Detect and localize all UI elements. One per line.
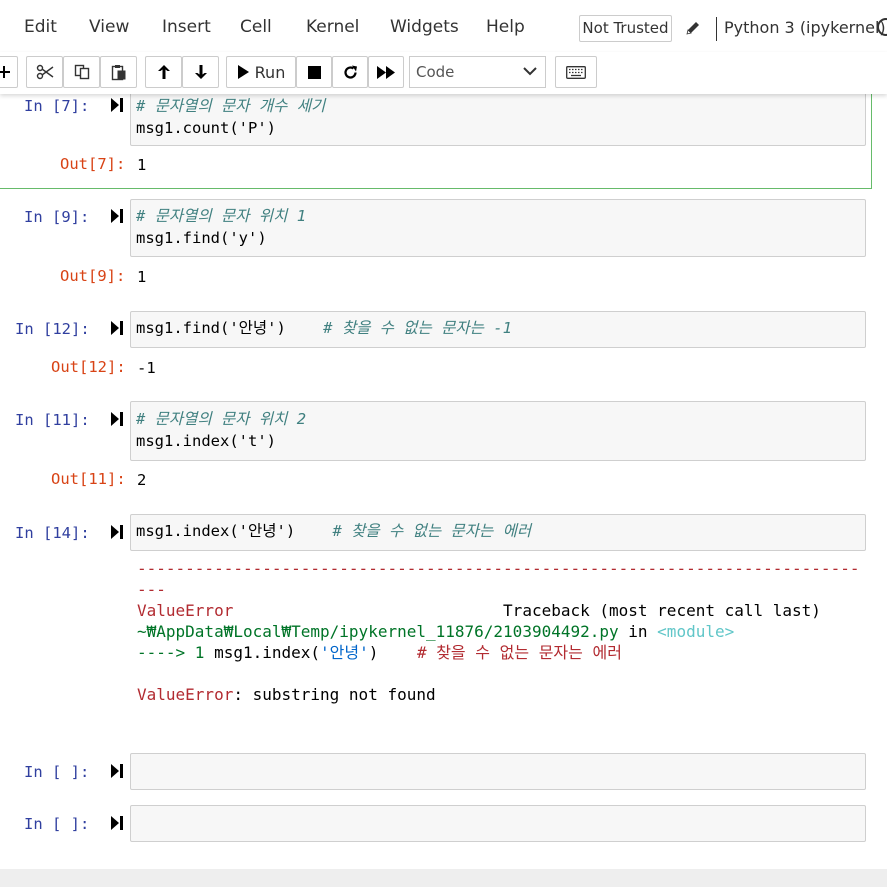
code-comment: # 문자열의 문자 위치 1: [136, 207, 307, 225]
kernel-name[interactable]: Python 3 (ipykernel): [724, 18, 886, 37]
run-label: Run: [254, 62, 286, 82]
pencil-icon[interactable]: [685, 20, 701, 36]
input-prompt: In [7]:: [24, 97, 90, 115]
traceback-code-comment: # 찾을 수 없는 문자는 에러: [416, 643, 622, 662]
code-comment: # 문자열의 문자 개수 세기: [136, 97, 326, 115]
input-prompt: In [9]:: [24, 208, 90, 226]
input-prompt: In [ ]:: [24, 763, 90, 781]
scissors-icon: [36, 64, 53, 80]
output-prompt: Out[7]:: [60, 155, 126, 173]
chevron-down-icon: [523, 67, 537, 76]
move-up-button[interactable]: [145, 56, 182, 88]
paste-icon: [111, 64, 125, 80]
code-input[interactable]: [130, 753, 866, 790]
code-input[interactable]: msg1.index('안녕') # 찾을 수 없는 문자는 에러: [130, 514, 866, 551]
arrow-up-icon: [157, 65, 170, 79]
menubar: Edit View Insert Cell Kernel Widgets Hel…: [0, 0, 887, 52]
run-cell-icon[interactable]: [111, 525, 123, 539]
run-cell-icon[interactable]: [111, 816, 123, 830]
traceback-code: ): [368, 643, 379, 662]
traceback-line-number: 1: [185, 643, 215, 662]
output-text: 1: [137, 156, 147, 174]
output-prompt: Out[11]:: [51, 470, 126, 488]
traceback-code: msg1.index(: [214, 643, 321, 662]
stop-icon: [307, 65, 321, 79]
code-input[interactable]: # 문자열의 문자 개수 세기 msg1.count('P'): [130, 90, 866, 146]
move-down-button[interactable]: [182, 56, 219, 88]
insert-cell-button[interactable]: [0, 56, 18, 88]
code-input[interactable]: [130, 805, 866, 842]
copy-icon: [74, 64, 89, 80]
run-cell-icon[interactable]: [111, 412, 123, 426]
not-trusted-button[interactable]: Not Trusted: [579, 15, 672, 42]
run-all-button[interactable]: [368, 56, 404, 88]
traceback-code-string: '안녕': [320, 643, 369, 662]
run-button[interactable]: Run: [226, 56, 296, 88]
code-comment: # 찾을 수 없는 문자는 -1: [323, 319, 512, 337]
code-input[interactable]: msg1.find('안녕') # 찾을 수 없는 문자는 -1: [130, 311, 866, 348]
menu-insert[interactable]: Insert: [162, 17, 211, 37]
toolbar: Run Code: [0, 52, 887, 94]
interrupt-button[interactable]: [296, 56, 332, 88]
code-line: msg1.index('t'): [136, 432, 276, 450]
refresh-icon: [343, 65, 357, 79]
arrow-down-icon: [194, 65, 207, 79]
fast-forward-icon: [377, 65, 395, 79]
page-bottom: [0, 869, 887, 887]
copy-button[interactable]: [63, 56, 100, 88]
cell-type-value: Code: [416, 63, 455, 81]
traceback-rule: ----------------------------------------…: [137, 559, 860, 578]
menu-edit[interactable]: Edit: [24, 17, 57, 37]
cell-type-select[interactable]: Code: [409, 56, 546, 88]
keyboard-icon: [566, 65, 586, 79]
output-text: 1: [137, 268, 147, 286]
input-prompt: In [ ]:: [24, 815, 90, 833]
traceback-rule: ---: [137, 580, 166, 599]
error-name: ValueError: [137, 685, 234, 704]
code-input[interactable]: # 문자열의 문자 위치 1 msg1.find('y'): [130, 199, 866, 257]
menu-help[interactable]: Help: [486, 17, 525, 37]
output-text: 2: [137, 471, 147, 489]
kernel-separator: [716, 17, 717, 41]
menu-widgets[interactable]: Widgets: [390, 17, 459, 37]
code-comment: # 찾을 수 없는 문자는 에러: [332, 522, 532, 540]
traceback-header: Traceback (most recent call last): [503, 601, 821, 620]
code-line: msg1.index('안녕'): [136, 522, 296, 540]
traceback-file-path: ~₩AppData₩Local₩Temp/ipykernel_11876/210…: [137, 622, 619, 641]
code-line: msg1.find('y'): [136, 229, 267, 247]
code-input[interactable]: # 문자열의 문자 위치 2 msg1.index('t'): [130, 401, 866, 461]
cut-button[interactable]: [26, 56, 63, 88]
notebook-page: In [7]: # 문자열의 문자 개수 세기 msg1.count('P') …: [0, 90, 887, 869]
traceback-in: in: [618, 622, 658, 641]
paste-button[interactable]: [100, 56, 137, 88]
restart-button[interactable]: [332, 56, 368, 88]
menu-cell[interactable]: Cell: [240, 17, 272, 37]
output-prompt: Out[9]:: [60, 267, 126, 285]
traceback-arrow: ---->: [137, 643, 186, 662]
run-cell-icon[interactable]: [111, 321, 123, 335]
run-cell-icon[interactable]: [111, 98, 123, 112]
input-prompt: In [11]:: [15, 411, 90, 429]
code-line: msg1.find('안녕'): [136, 319, 286, 337]
code-line: msg1.count('P'): [136, 119, 276, 137]
menu-kernel[interactable]: Kernel: [306, 17, 359, 37]
run-cell-icon[interactable]: [111, 209, 123, 223]
run-cell-icon[interactable]: [111, 764, 123, 778]
play-icon: [237, 65, 249, 79]
output-text: -1: [137, 359, 156, 377]
output-prompt: Out[12]:: [51, 358, 126, 376]
traceback-module: <module>: [657, 622, 735, 641]
error-message: : substring not found: [233, 685, 436, 704]
input-prompt: In [14]:: [15, 524, 90, 542]
menu-view[interactable]: View: [89, 17, 129, 37]
plus-icon: [0, 66, 10, 78]
command-palette-button[interactable]: [555, 56, 597, 88]
error-traceback: ----------------------------------------…: [137, 558, 867, 705]
input-prompt: In [12]:: [15, 320, 90, 338]
traceback-error-name: ValueError: [137, 601, 234, 620]
code-comment: # 문자열의 문자 위치 2: [136, 410, 307, 428]
